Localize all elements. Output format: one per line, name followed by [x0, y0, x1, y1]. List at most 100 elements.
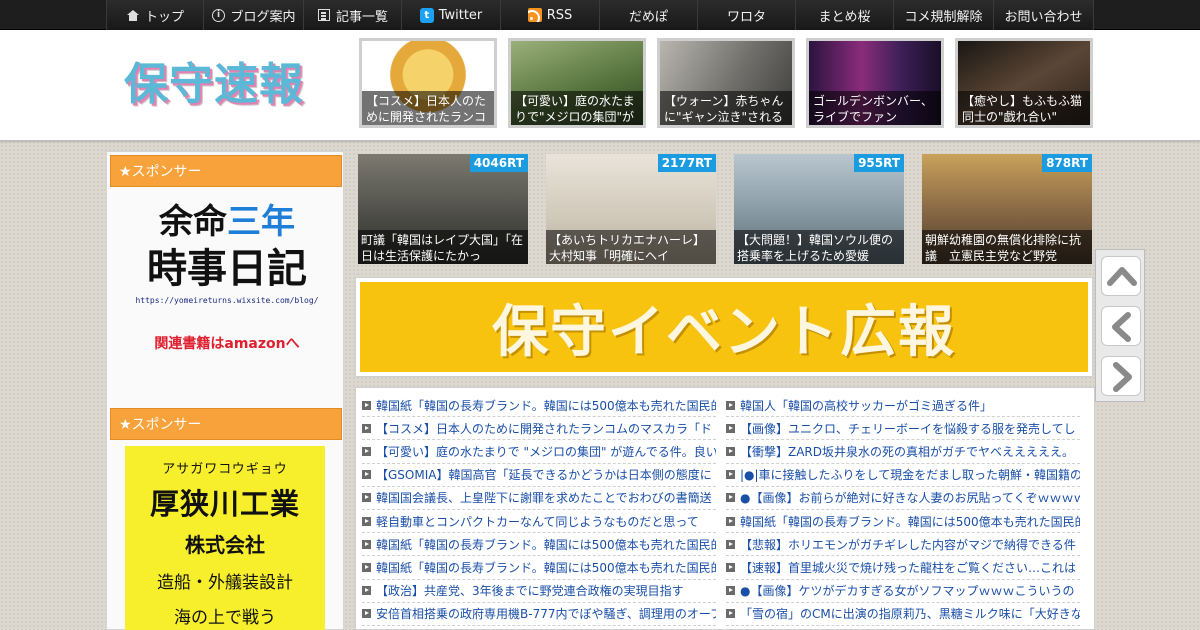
arrow-bullet-icon [362, 516, 371, 526]
nav-item-rss[interactable]: RSS [500, 0, 599, 30]
list-item[interactable]: 韓国紙「韓国の長寿ブランド。韓国には500億本も売れた国民的 [362, 533, 716, 557]
nav-item-damepo[interactable]: だめぽ [599, 0, 697, 30]
nav-item-matome-sakura[interactable]: まとめ桜 [795, 0, 893, 30]
list-item[interactable]: |●|車に接触したふりをして現金をだまし取った朝鮮・韓国籍の [726, 464, 1080, 487]
nav-label: RSS [546, 7, 573, 23]
list-item[interactable]: 韓国国会議長、上皇陛下に謝罪を求めたことでおわびの書簡送 [362, 487, 716, 510]
list-item-title: ●【画像】お前らが絶対に好きな人妻のお尻貼ってくぞｗｗｗｗ [740, 491, 1080, 506]
list-item[interactable]: ●【画像】ケツがデカすぎる女がソフマップｗｗｗこういうの [726, 580, 1080, 603]
previous-page-button[interactable] [1101, 306, 1141, 346]
arrow-bullet-icon [726, 609, 735, 619]
list-item[interactable]: 【速報】首里城火災で焼け残った龍柱をご覧ください…これは [726, 556, 1080, 580]
main-content: 4046RT 町議「韓国はレイプ大国」「在日は生活保護にたかっ 2177RT 【… [355, 151, 1095, 630]
info-icon: i [211, 8, 225, 22]
ad-url[interactable]: https://yomeireturns.wixsite.com/blog/ [127, 296, 327, 305]
popular-article-card[interactable]: 878RT 朝鮮幼稚園の無償化排除に抗議 立憲民主党など野党 [922, 154, 1092, 264]
nav-item-contact[interactable]: お問い合わせ [993, 0, 1094, 30]
sponsor-heading: ★スポンサー [110, 155, 342, 187]
ad-company-kana: アサガワコウギョウ [162, 462, 288, 477]
event-banner[interactable]: 保守イベント広報 [355, 277, 1093, 377]
popular-article-card[interactable]: 2177RT 【あいちトリカエナハーレ】大村知事「明確にヘイ [546, 154, 716, 264]
nav-item-comment-unban[interactable]: コメ規制解除 [893, 0, 993, 30]
list-item[interactable]: 【GSOMIA】韓国高官「延長できるかどうかは日本側の態度に [362, 464, 716, 487]
next-page-button[interactable] [1101, 356, 1141, 396]
list-item[interactable]: 韓国人「韓国の高校サッカーがゴミ過ぎる件」 [726, 394, 1080, 418]
sponsor-ad-yomei[interactable]: 余命三年 時事日記 https://yomeireturns.wixsite.c… [127, 202, 327, 382]
ad-headline-part: 余命 [159, 202, 227, 242]
popular-article-card[interactable]: 955RT 【大問題！】韓国ソウル便の搭乗率を上げるため愛媛 [734, 154, 904, 264]
list-item[interactable]: 「雪の宿」のCMに出演の指原莉乃、黒糖ミルク味に「大好きな [726, 603, 1080, 626]
nav-label: ブログ案内 [230, 9, 296, 25]
arrow-bullet-icon [726, 446, 735, 456]
top-navigation-bar: トップ i ブログ案内 記事一覧 t Twitter RSS だめぽ ワロタ ま… [0, 0, 1200, 30]
nav-item-twitter[interactable]: t Twitter [401, 0, 500, 30]
list-item[interactable]: 【衝撃】ZARD坂井泉水の死の真相がガチでヤベえええええ。 [726, 440, 1080, 464]
list-item[interactable]: 安倍首相搭乗の政府専用機B-777内でぼや騒ぎ、調理用のオーブ [362, 603, 716, 626]
list-item-title: 【コスメ】日本人のために開発されたランコムのマスカラ「ド [376, 421, 713, 436]
list-item-title: 【速報】首里城火災で焼け残った龍柱をご覧ください…これは [740, 560, 1077, 575]
list-item-title: 【可愛い】庭の水たまりで "メジロの集団" が遊んでる件。良い [376, 444, 716, 459]
list-item[interactable]: 軽自動車とコンパクトカーなんて同じようなものだと思って [362, 510, 716, 534]
header-thumbnail[interactable]: ゴールデンボンバー、ライブでファン [806, 38, 944, 128]
nav-label: ワロタ [726, 9, 766, 25]
list-item[interactable]: 【可愛い】庭の水たまりで "メジロの集団" が遊んでる件。良い [362, 440, 716, 464]
article-caption: 町議「韓国はレイプ大国」「在日は生活保護にたかっ [358, 230, 528, 264]
arrow-bullet-icon [726, 539, 735, 549]
list-item-title: 韓国国会議長、上皇陛下に謝罪を求めたことでおわびの書簡送 [376, 491, 712, 506]
popular-article-card[interactable]: 4046RT 町議「韓国はレイプ大国」「在日は生活保護にたかっ [358, 154, 528, 264]
list-item[interactable]: 韓国紙「韓国の長寿ブランド。韓国には500億本も売れた国民的 [726, 510, 1080, 534]
sponsor-ad-asagawa[interactable]: アサガワコウギョウ 厚狭川工業 株式会社 造船・外艤装設計 海の上で戦う [125, 446, 325, 630]
list-item[interactable]: 韓国紙「韓国の長寿ブランド。韓国には500億本も売れた国民的 [362, 394, 716, 418]
arrow-bullet-icon [726, 516, 735, 526]
chevron-left-icon [1112, 312, 1131, 342]
article-caption: 【あいちトリカエナハーレ】大村知事「明確にヘイ [546, 230, 716, 264]
list-item-title: 「雪の宿」のCMに出演の指原莉乃、黒糖ミルク味に「大好きな [740, 607, 1080, 622]
list-item-title: 安倍首相搭乗の政府専用機B-777内でぼや騒ぎ、調理用のオーブ [376, 607, 716, 622]
list-item[interactable]: 【悲報】ホリエモンがガチギレした内容がマジで納得できる件 [726, 533, 1080, 557]
left-sidebar: ★スポンサー 余命三年 時事日記 https://yomeireturns.wi… [106, 151, 344, 630]
nav-item-article-list[interactable]: 記事一覧 [303, 0, 401, 30]
sponsor-heading: ★スポンサー [110, 408, 342, 440]
article-list-right-column: 韓国人「韓国の高校サッカーがゴミ過ぎる件」 【画像】ユニクロ、チェリーボーイを悩… [726, 394, 1080, 629]
list-item[interactable]: 【画像】ユニクロ、チェリーボーイを悩殺する服を発売してし [726, 417, 1080, 441]
nav-item-top[interactable]: トップ [106, 0, 203, 30]
ad-slogan: 海の上で戦う [174, 608, 276, 628]
nav-item-blog-guide[interactable]: i ブログ案内 [203, 0, 303, 30]
article-list: 韓国紙「韓国の長寿ブランド。韓国には500億本も売れた国民的 【コスメ】日本人の… [355, 387, 1095, 630]
header-thumbnail[interactable]: 【ウォーン】赤ちゃんに"ギャン泣き"される猫 [657, 38, 795, 128]
ad-amazon-link[interactable]: 関連書籍はamazonへ [127, 333, 327, 353]
nav-item-warota[interactable]: ワロタ [697, 0, 795, 30]
retweet-count-badge: 2177RT [657, 154, 716, 172]
event-banner-text: 保守イベント広報 [492, 299, 956, 365]
event-banner-image: 保守イベント広報 [360, 282, 1088, 372]
scroll-top-button[interactable] [1101, 256, 1141, 296]
site-logo[interactable]: 保守速報 [124, 56, 324, 114]
popular-articles: 4046RT 町議「韓国はレイプ大国」「在日は生活保護にたかっ 2177RT 【… [358, 154, 1092, 264]
list-item[interactable]: 【政治】共産党、3年後までに野党連合政権の実現目指す [362, 580, 716, 603]
list-item-title: 韓国紙「韓国の長寿ブランド。韓国には500億本も売れた国民的 [740, 514, 1080, 529]
list-item[interactable]: 韓国紙「韓国の長寿ブランド。韓国には500億本も売れた国民的 [362, 556, 716, 580]
list-item[interactable]: 【コスメ】日本人のために開発されたランコムのマスカラ「ド [362, 417, 716, 441]
list-item-title: 韓国紙「韓国の長寿ブランド。韓国には500億本も売れた国民的 [376, 537, 716, 552]
arrow-bullet-icon [726, 423, 735, 433]
thumbnail-caption: 【コスメ】日本人のために開発されたランコムのマスカラ [362, 91, 494, 125]
list-item-title: 【画像】ユニクロ、チェリーボーイを悩殺する服を発売してし [740, 421, 1076, 436]
list-item-title: 韓国紙「韓国の長寿ブランド。韓国には500億本も売れた国民的 [376, 398, 716, 413]
thumbnail-caption: 【可愛い】庭の水たまりで"メジロの集団"が遊んでる件 [511, 91, 643, 125]
list-item-title: 軽自動車とコンパクトカーなんて同じようなものだと思って [376, 514, 699, 529]
list-item-title: 【GSOMIA】韓国高官「延長できるかどうかは日本側の態度に [376, 468, 712, 483]
header-thumbnail[interactable]: 【可愛い】庭の水たまりで"メジロの集団"が遊んでる件 [508, 38, 646, 128]
arrow-bullet-icon [362, 539, 371, 549]
header-thumbnail[interactable]: 【癒やし】もふもふ猫同士の"戯れ合い" [955, 38, 1093, 128]
retweet-count-badge: 878RT [1042, 154, 1092, 172]
arrow-bullet-icon [362, 423, 371, 433]
arrow-bullet-icon [362, 586, 371, 596]
scroll-controls [1095, 249, 1145, 402]
header-thumbnail[interactable]: 【コスメ】日本人のために開発されたランコムのマスカラ [359, 38, 497, 128]
arrow-bullet-icon [726, 562, 735, 572]
list-item-title: 韓国紙「韓国の長寿ブランド。韓国には500億本も売れた国民的 [376, 560, 716, 575]
list-item[interactable]: ●【画像】お前らが絶対に好きな人妻のお尻貼ってくぞｗｗｗｗ [726, 487, 1080, 510]
nav-label: コメ規制解除 [904, 9, 983, 25]
top-navigation-items: トップ i ブログ案内 記事一覧 t Twitter RSS だめぽ ワロタ ま… [106, 0, 1094, 30]
arrow-bullet-icon [362, 609, 371, 619]
